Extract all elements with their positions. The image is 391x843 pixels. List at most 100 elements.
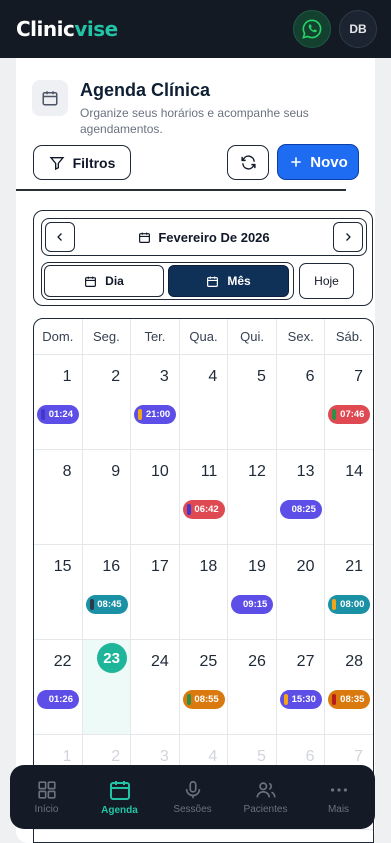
calendar-day-today[interactable]: 23 bbox=[82, 640, 132, 734]
header-divider bbox=[16, 189, 346, 191]
microphone-icon bbox=[182, 779, 204, 801]
calendar-day[interactable]: 9 bbox=[83, 450, 132, 544]
today-badge: 23 bbox=[96, 643, 127, 673]
calendar-day[interactable]: 7 07:46 bbox=[325, 355, 373, 449]
appointment-chip[interactable]: 06:42 bbox=[182, 500, 225, 519]
user-avatar[interactable]: DB bbox=[339, 10, 377, 48]
nav-item-more[interactable]: Mais bbox=[302, 765, 375, 829]
appointment-chip[interactable]: 21:00 bbox=[134, 405, 177, 424]
calendar-day[interactable]: 11 06:42 bbox=[180, 450, 229, 544]
day-number: 22 bbox=[53, 653, 72, 670]
calendar-week: 1 01:24 2 3 21:00 4 5 6 7 07:46 bbox=[34, 355, 373, 450]
today-button[interactable]: Hoje bbox=[299, 263, 354, 299]
appointment-time: 08:45 bbox=[97, 599, 122, 610]
appointment-time: 08:35 bbox=[340, 694, 365, 705]
day-number: 13 bbox=[296, 463, 315, 480]
new-appointment-button[interactable]: Novo bbox=[277, 144, 359, 180]
calendar-day[interactable]: 18 bbox=[180, 545, 229, 639]
day-number: 18 bbox=[199, 558, 218, 575]
day-number: 16 bbox=[102, 558, 121, 575]
day-number: 6 bbox=[305, 368, 315, 385]
appointment-marker bbox=[186, 504, 191, 515]
header-calendar-icon bbox=[32, 80, 68, 116]
day-number: 20 bbox=[296, 558, 315, 575]
appointment-time: 08:00 bbox=[340, 599, 365, 610]
appointment-chip[interactable]: 15:30 bbox=[279, 690, 322, 709]
view-day-label: Dia bbox=[105, 274, 124, 288]
appointment-chip[interactable]: 09:15 bbox=[231, 595, 274, 614]
calendar-day[interactable]: 1 01:24 bbox=[34, 355, 83, 449]
calendar-day[interactable]: 12 bbox=[228, 450, 277, 544]
appointment-chip[interactable]: 08:00 bbox=[328, 595, 371, 614]
day-number: 7 bbox=[354, 748, 364, 765]
appointment-chip[interactable]: 08:25 bbox=[279, 500, 322, 519]
calendar-day[interactable]: 6 bbox=[277, 355, 326, 449]
next-month-button[interactable] bbox=[333, 222, 363, 252]
users-icon bbox=[255, 779, 277, 801]
weekday-label: Qui. bbox=[228, 319, 277, 354]
appointment-chip[interactable]: 01:24 bbox=[37, 405, 79, 424]
calendar-day[interactable]: 22 01:26 bbox=[34, 640, 83, 734]
calendar-day[interactable]: 2 bbox=[83, 355, 132, 449]
calendar-day[interactable]: 19 09:15 bbox=[228, 545, 277, 639]
appointment-time: 06:42 bbox=[194, 504, 219, 515]
calendar-week: 22 01:26 23 24 25 08:55 26 27 15:30 28 08:35 bbox=[34, 640, 373, 735]
calendar-day[interactable]: 10 bbox=[131, 450, 180, 544]
day-number: 4 bbox=[208, 748, 218, 765]
appointment-chip[interactable]: 08:55 bbox=[182, 690, 225, 709]
calendar-day[interactable]: 25 08:55 bbox=[180, 640, 229, 734]
appointment-chip[interactable]: 08:35 bbox=[328, 690, 371, 709]
calendar-day[interactable]: 24 bbox=[131, 640, 180, 734]
calendar-day[interactable]: 3 21:00 bbox=[131, 355, 180, 449]
calendar-day[interactable]: 4 bbox=[180, 355, 229, 449]
day-number: 21 bbox=[345, 558, 364, 575]
calendar-day[interactable]: 26 bbox=[228, 640, 277, 734]
appointment-marker bbox=[186, 694, 191, 705]
nav-item-grid[interactable]: Início bbox=[10, 765, 83, 829]
calendar-day[interactable]: 5 bbox=[228, 355, 277, 449]
main-panel: Agenda Clínica Organize seus horários e … bbox=[16, 58, 375, 843]
day-number: 11 bbox=[200, 463, 218, 480]
logo-part-2: vise bbox=[74, 17, 118, 41]
view-day-button[interactable]: Dia bbox=[44, 265, 164, 297]
prev-month-button[interactable] bbox=[45, 222, 75, 252]
nav-item-calendar[interactable]: Agenda bbox=[83, 765, 156, 829]
day-number: 9 bbox=[111, 463, 121, 480]
day-number: 26 bbox=[248, 653, 266, 670]
app-logo[interactable]: Clinicvise bbox=[16, 17, 118, 41]
calendar-day[interactable]: 13 08:25 bbox=[277, 450, 326, 544]
appointment-marker bbox=[89, 599, 94, 610]
calendar-day[interactable]: 17 bbox=[131, 545, 180, 639]
appointment-chip[interactable]: 08:45 bbox=[85, 595, 128, 614]
calendar-day[interactable]: 20 bbox=[277, 545, 326, 639]
filters-button[interactable]: Filtros bbox=[33, 145, 131, 180]
more-icon bbox=[328, 779, 350, 801]
calendar-day[interactable]: 28 08:35 bbox=[325, 640, 373, 734]
calendar-day[interactable]: 14 bbox=[325, 450, 373, 544]
calendar-icon bbox=[139, 232, 151, 243]
calendar-day[interactable]: 16 08:45 bbox=[83, 545, 132, 639]
day-number: 15 bbox=[53, 558, 72, 575]
day-number: 25 bbox=[199, 653, 218, 670]
calendar-day[interactable]: 15 bbox=[34, 545, 83, 639]
weekday-label: Dom. bbox=[34, 319, 83, 354]
appointment-chip[interactable]: 01:26 bbox=[37, 690, 79, 709]
appointment-time: 08:55 bbox=[194, 694, 219, 705]
month-label: Fevereiro De 2026 bbox=[42, 219, 366, 255]
grid-icon bbox=[36, 779, 58, 801]
weekday-label: Seg. bbox=[83, 319, 132, 354]
day-number: 5 bbox=[256, 368, 266, 385]
nav-item-users[interactable]: Pacientes bbox=[229, 765, 302, 829]
calendar-day[interactable]: 27 15:30 bbox=[277, 640, 326, 734]
calendar-day[interactable]: 21 08:00 bbox=[325, 545, 373, 639]
top-bar: Clinicvise DB bbox=[0, 0, 391, 58]
view-month-button[interactable]: Mês bbox=[168, 265, 289, 297]
page-title: Agenda Clínica bbox=[80, 80, 211, 100]
appointment-chip[interactable]: 07:46 bbox=[328, 405, 371, 424]
whatsapp-button[interactable] bbox=[293, 10, 331, 48]
refresh-icon bbox=[240, 155, 256, 170]
nav-item-microphone[interactable]: Sessões bbox=[156, 765, 229, 829]
calendar-day[interactable]: 8 bbox=[34, 450, 83, 544]
page-header: Agenda Clínica Organize seus horários e … bbox=[32, 80, 325, 137]
refresh-button[interactable] bbox=[227, 145, 269, 180]
